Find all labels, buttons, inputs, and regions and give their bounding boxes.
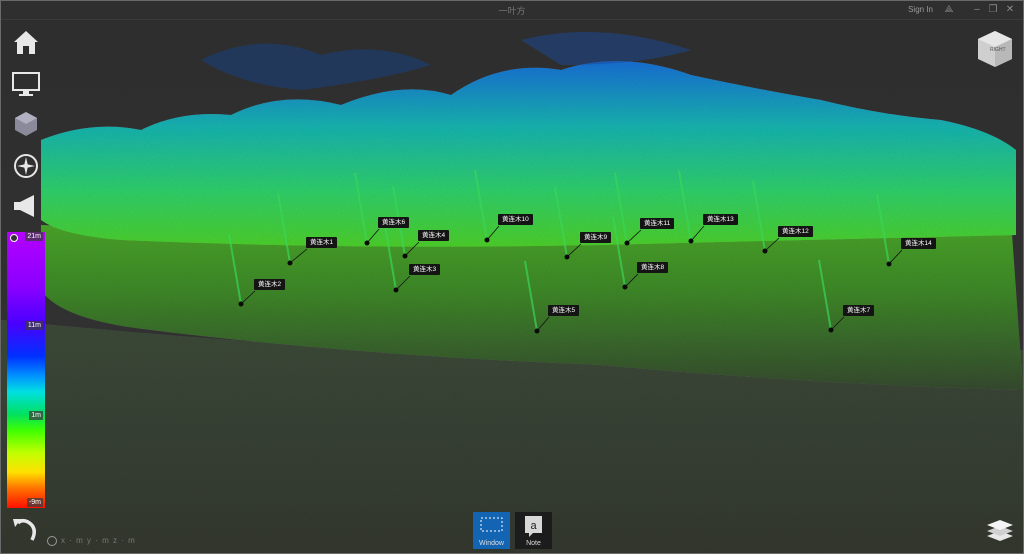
tree-label[interactable]: 黄连木4 (418, 230, 450, 241)
tree-label[interactable]: 黄连木8 (637, 262, 669, 273)
nav-cube-face-label: RIGHT (990, 47, 1006, 53)
point-cloud-scene[interactable] (1, 20, 1023, 553)
close-icon[interactable]: ✕ (1004, 4, 1016, 16)
layers-icon[interactable] (985, 517, 1015, 543)
tree-marker-dot[interactable] (364, 240, 370, 246)
note-button-label: Note (526, 540, 541, 547)
tree-label[interactable]: 黄连木11 (640, 218, 675, 229)
tree-marker-dot[interactable] (393, 287, 399, 293)
tree-label[interactable]: 黄连木3 (409, 264, 441, 275)
note-button[interactable]: a Note (515, 512, 552, 549)
legend-label-upper: 11m (25, 321, 43, 330)
tree-marker-dot[interactable] (624, 240, 630, 246)
svg-text:a: a (530, 520, 537, 532)
target-icon (47, 536, 57, 546)
monitor-icon[interactable] (10, 70, 42, 98)
tree-marker-dot[interactable] (484, 237, 490, 243)
nav-cube[interactable]: RIGHT (976, 29, 1014, 69)
tree-marker-dot[interactable] (622, 284, 628, 290)
legend-label-lower: 1m (29, 411, 43, 420)
tree-label[interactable]: 黄连木7 (843, 305, 875, 316)
tree-marker-dot[interactable] (688, 238, 694, 244)
tree-marker-dot[interactable] (886, 261, 892, 267)
tree-label[interactable]: 黄连木10 (498, 214, 533, 225)
title-bar: 一叶方 Sign In ⟁ – ❐ ✕ (1, 1, 1023, 20)
tree-marker-dot[interactable] (564, 254, 570, 260)
legend-label-top: 21m (25, 232, 43, 241)
elevation-color-scale (7, 232, 45, 508)
model-cube-icon[interactable] (10, 110, 42, 138)
legend-label-bottom: -9m (26, 498, 43, 507)
sign-in-link[interactable]: Sign In (908, 5, 933, 14)
compass-icon[interactable] (10, 152, 42, 180)
elevation-legend[interactable]: 21m 11m 1m -9m (7, 232, 45, 508)
tree-marker-dot[interactable] (534, 328, 540, 334)
window-select-icon (480, 517, 503, 532)
tree-marker-dot[interactable] (762, 248, 768, 254)
tree-label[interactable]: 黄连木9 (580, 232, 612, 243)
undo-icon[interactable] (10, 514, 42, 542)
home-icon[interactable] (10, 28, 42, 56)
tree-label[interactable]: 黄连木12 (778, 226, 813, 237)
tree-marker-dot[interactable] (402, 253, 408, 259)
tree-label[interactable]: 黄连木2 (254, 279, 286, 290)
window-title: 一叶方 (498, 6, 526, 16)
tree-label[interactable]: 黄连木6 (378, 217, 410, 228)
window-selection-button[interactable]: Window (473, 512, 510, 549)
megaphone-icon[interactable] (10, 192, 42, 220)
coordinate-readout: x · m y · m z · m (61, 536, 136, 545)
minimize-icon[interactable]: – (971, 4, 983, 16)
legend-handle[interactable] (10, 234, 18, 242)
tree-label[interactable]: 黄连木13 (703, 214, 738, 225)
viewer-window: 一叶方 Sign In ⟁ – ❐ ✕ 21m 11m 1m -9m RIGHT… (0, 0, 1024, 554)
window-button-label: Window (479, 540, 504, 547)
tree-label[interactable]: 黄连木1 (306, 237, 338, 248)
note-icon: a (525, 516, 542, 537)
tree-marker-dot[interactable] (828, 327, 834, 333)
tree-label[interactable]: 黄连木5 (548, 305, 580, 316)
tree-marker-dot[interactable] (238, 301, 244, 307)
tree-label[interactable]: 黄连木14 (901, 238, 936, 249)
share-icon[interactable]: ⟁ (943, 4, 955, 16)
tree-marker-dot[interactable] (287, 260, 293, 266)
restore-icon[interactable]: ❐ (987, 4, 999, 16)
